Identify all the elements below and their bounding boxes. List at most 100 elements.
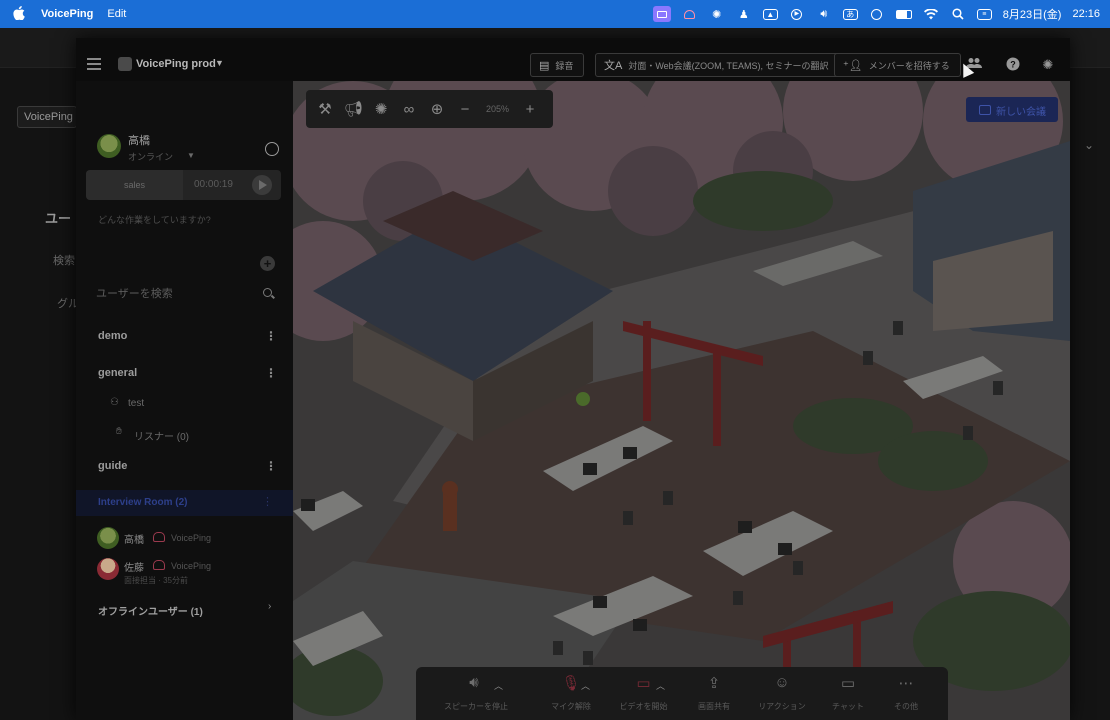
link-icon[interactable]: ∞ xyxy=(400,101,418,118)
task-label[interactable]: sales xyxy=(86,170,183,200)
background-sidebar xyxy=(0,68,76,720)
offline-users-toggle[interactable]: オフラインユーザー (1) xyxy=(98,603,203,618)
notebook-icon: ▤ xyxy=(539,59,550,72)
screen-share-button[interactable]: ⇪ 画面共有 xyxy=(694,674,734,714)
zoom-out-icon[interactable]: − xyxy=(456,101,474,118)
gear-icon[interactable]: ✺ xyxy=(709,7,725,21)
screen-share-label: 画面共有 xyxy=(698,702,730,711)
user-avatar[interactable] xyxy=(97,134,121,158)
user-search xyxy=(86,281,281,307)
menubar-time[interactable]: 22:16 xyxy=(1072,8,1100,20)
megaphone-icon[interactable]: 📢︎ xyxy=(344,100,363,118)
kebab-menu-icon[interactable]: ⋮ xyxy=(265,329,277,343)
member-name: 高橋 xyxy=(124,535,144,546)
room-test[interactable]: test xyxy=(128,398,144,409)
workspace-caret-icon[interactable]: ▼ xyxy=(215,58,224,68)
video-label: ビデオを開始 xyxy=(619,702,668,711)
user-circle-icon[interactable] xyxy=(869,7,885,21)
people-icon: ⚇ xyxy=(110,397,119,408)
hammer-icon[interactable]: ⚒︎ xyxy=(316,100,334,118)
user-status[interactable]: オンライン xyxy=(128,150,173,163)
search-icon[interactable] xyxy=(263,288,272,297)
menubar-status-area: ✺ ♟ ▲ ▶ 🔊︎ あ ≡ 8月23日(金) 22:16 xyxy=(652,0,1100,28)
zoom-in-icon[interactable]: + xyxy=(521,101,539,118)
office-map-scene xyxy=(293,81,1070,720)
chevron-up-icon[interactable]: ︿ xyxy=(494,679,503,692)
translate-meeting-button[interactable]: 文A 対面・Web会議(ZOOM, TEAMS), セミナーの翻訳 xyxy=(595,53,840,77)
more-dots-icon: ⋯ xyxy=(898,675,914,692)
chat-icon: ▭ xyxy=(840,675,856,692)
add-icon[interactable]: + xyxy=(260,256,275,271)
workspace-name[interactable]: VoicePing prod xyxy=(136,58,216,70)
section-general[interactable]: general xyxy=(98,367,137,379)
task-play-icon[interactable] xyxy=(252,175,272,195)
screen-share-icon[interactable] xyxy=(652,6,671,22)
translate-icon: 文A xyxy=(604,60,623,72)
background-workspace-dropdown[interactable]: VoicePing xyxy=(17,106,77,128)
app-header: VoicePing prod ▼ ▤ 録音 文A 対面・Web会議(ZOOM, … xyxy=(76,38,1070,81)
upload-icon[interactable]: ▲ xyxy=(762,8,778,20)
more-label: その他 xyxy=(894,702,918,711)
map-toolbar: ⚒︎ 📢︎ ✺ ∞ ⊕ − 205% + xyxy=(306,90,553,128)
translate-meeting-label: 対面・Web会議(ZOOM, TEAMS), セミナーの翻訳 xyxy=(628,60,829,71)
spotlight-search-icon[interactable] xyxy=(950,7,966,21)
speaker-label: スピーカーを停止 xyxy=(444,702,508,711)
menubar-date[interactable]: 8月23日(金) xyxy=(1003,6,1062,22)
kebab-menu-icon[interactable]: ⋮ xyxy=(262,495,273,508)
figure-icon[interactable]: ♟ xyxy=(736,7,752,21)
record-button-label: 録音 xyxy=(555,60,574,71)
apple-menu-icon[interactable] xyxy=(13,5,27,23)
chevron-up-icon[interactable]: ︿ xyxy=(581,679,590,692)
record-button[interactable]: ▤ 録音 xyxy=(530,53,585,77)
battery-icon[interactable] xyxy=(895,7,912,21)
locate-icon[interactable]: ⊕ xyxy=(428,100,446,118)
section-demo[interactable]: demo xyxy=(98,330,127,342)
hamburger-menu-icon[interactable] xyxy=(87,58,101,70)
invite-member-button[interactable]: ⁺👤︎ メンバーを招待する xyxy=(834,53,961,77)
control-center-icon[interactable]: ≡ xyxy=(976,8,992,20)
task-prompt[interactable]: どんな作業をしていますか? xyxy=(98,213,211,226)
user-search-input[interactable] xyxy=(86,281,281,307)
voiceping-icon[interactable] xyxy=(682,7,698,21)
more-button[interactable]: ⋯ その他 xyxy=(886,674,926,714)
emoji-icon: ☺ xyxy=(774,674,790,691)
chevron-down-icon[interactable]: ⌄ xyxy=(1084,138,1094,152)
input-method-icon[interactable]: あ xyxy=(842,8,858,20)
chevron-up-icon[interactable]: ︿ xyxy=(656,679,665,692)
chat-button[interactable]: ▭ チャット xyxy=(826,674,870,714)
reaction-button[interactable]: ☺ リアクション xyxy=(754,674,810,714)
task-elapsed-time: 00:00:19 xyxy=(194,179,233,190)
call-controls-bar: 🔊︎ スピーカーを停止 ︿ 🎙︎ マイク解除 ︿ ▭ ビデオを開始 ︿ ⇪ 画面… xyxy=(416,667,948,720)
play-circle-icon[interactable]: ▶ xyxy=(789,7,805,21)
add-user-icon: ⁺👤︎ xyxy=(843,59,863,72)
settings-gear-icon[interactable]: ✺ xyxy=(1040,57,1056,73)
task-timer-bar: sales 00:00:19 xyxy=(86,170,281,200)
volume-icon[interactable]: 🔊︎ xyxy=(816,7,832,21)
kebab-menu-icon[interactable]: ⋮ xyxy=(265,366,277,380)
cog-icon[interactable]: ✺ xyxy=(372,100,390,118)
background-search-label: 検索 xyxy=(53,255,75,267)
section-guide[interactable]: guide xyxy=(98,460,127,472)
listener-count[interactable]: リスナー (0) xyxy=(134,428,189,443)
user-name: 高橋 xyxy=(128,135,150,147)
timer-icon[interactable] xyxy=(265,142,279,156)
svg-text:?: ? xyxy=(1010,60,1016,70)
kebab-menu-icon[interactable]: ⋮ xyxy=(265,459,277,473)
new-meeting-button[interactable]: 新しい会議 xyxy=(966,97,1058,122)
menubar-edit[interactable]: Edit xyxy=(107,8,126,20)
reaction-label: リアクション xyxy=(758,702,806,711)
menubar-app-name[interactable]: VoicePing xyxy=(41,8,93,20)
help-icon[interactable]: ? xyxy=(1005,57,1021,73)
avatar[interactable] xyxy=(97,558,119,580)
status-caret-icon[interactable]: ▼ xyxy=(187,151,195,160)
voiceping-logo-icon xyxy=(153,532,165,542)
avatar[interactable] xyxy=(97,527,119,549)
member-org: VoicePing xyxy=(171,533,212,543)
active-room-row[interactable]: Interview Room (2) ⋮ xyxy=(76,490,293,516)
chevron-right-icon[interactable]: › xyxy=(268,601,271,612)
zoom-level: 205% xyxy=(486,104,510,114)
raise-hand-icon: ✋︎ xyxy=(116,426,122,437)
virtual-office-map[interactable]: ⚒︎ 📢︎ ✺ ∞ ⊕ − 205% + 新しい会議 🔊︎ スピーカーを停止 ︿… xyxy=(293,81,1070,720)
mic-label: マイク解除 xyxy=(551,702,591,711)
wifi-icon[interactable] xyxy=(923,7,939,21)
